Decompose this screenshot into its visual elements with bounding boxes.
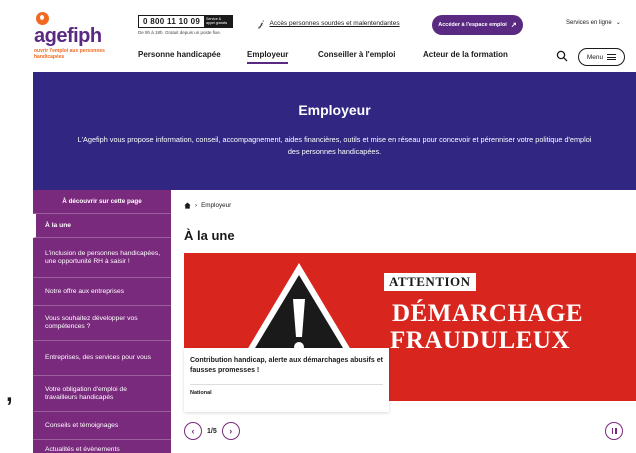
- nav-employeur[interactable]: Employeur: [247, 50, 289, 64]
- logo-wordmark: agefiph: [34, 25, 102, 47]
- slide-counter: 1/5: [207, 427, 217, 435]
- stray-glyph: ,: [6, 380, 13, 407]
- logo-mark-icon: [36, 12, 49, 25]
- news-card-scope: National: [190, 390, 212, 396]
- carousel-pager: ‹ 1/5 ›: [184, 422, 240, 440]
- online-services-label: Services en ligne: [566, 19, 612, 26]
- breadcrumb: › Employeur: [184, 202, 231, 209]
- pause-carousel-button[interactable]: [605, 422, 623, 440]
- hero-banner: Employeur L'Agefiph vous propose informa…: [33, 72, 636, 190]
- sidebar-item-a-la-une[interactable]: À la une: [33, 214, 171, 238]
- menu-label: Menu: [586, 53, 604, 61]
- sidebar-heading: À découvrir sur cette page: [33, 190, 171, 214]
- sidebar-item-actualites[interactable]: Actualités et évènements: [33, 440, 171, 453]
- banner-line-2: FRAUDULEUX: [390, 327, 570, 354]
- news-card[interactable]: Contribution handicap, alerte aux démarc…: [184, 348, 389, 412]
- home-icon[interactable]: [184, 202, 191, 209]
- employment-space-button[interactable]: Accéder à l'espace emploi ↗: [432, 15, 523, 35]
- page-title: Employeur: [298, 102, 371, 118]
- site-header: agefiph ouvrir l'emploi aux personnes ha…: [0, 0, 636, 72]
- chevron-left-icon: ‹: [191, 426, 195, 436]
- sidebar-item-conseils[interactable]: Conseils et témoignages: [33, 412, 171, 440]
- section-title: À la une: [184, 228, 235, 243]
- external-arrow-icon: ↗: [510, 22, 517, 29]
- sidebar-item-competences[interactable]: Vous souhaitez développer vos compétence…: [33, 306, 171, 341]
- online-services-dropdown[interactable]: Services en ligne ⌄: [566, 19, 621, 27]
- main-content: › Employeur À la une ATTENTION DÉMARCHAG…: [171, 190, 636, 453]
- accessibility-link-group[interactable]: 𝒿 Accès personnes sourdes et malentendan…: [258, 18, 400, 29]
- menu-button[interactable]: Menu: [578, 48, 625, 66]
- chevron-right-icon: ›: [229, 426, 233, 436]
- hamburger-icon: [607, 53, 617, 62]
- accessibility-link[interactable]: Accès personnes sourdes et malentendante…: [269, 20, 399, 27]
- card-divider: [190, 384, 383, 385]
- main-nav: Personne handicapée Employeur Conseiller…: [0, 50, 636, 66]
- breadcrumb-current: Employeur: [201, 202, 232, 209]
- employment-space-label: Accéder à l'espace emploi: [438, 22, 507, 28]
- search-icon[interactable]: [556, 50, 568, 62]
- banner-attention: ATTENTION: [384, 273, 476, 291]
- nav-conseiller-emploi[interactable]: Conseiller à l'emploi: [318, 50, 395, 59]
- previous-slide-button[interactable]: ‹: [184, 422, 202, 440]
- sidebar-item-services[interactable]: Entreprises, des services pour vous: [33, 341, 171, 376]
- nav-personne-handicapee[interactable]: Personne handicapée: [138, 50, 221, 59]
- pause-icon: [611, 428, 613, 434]
- phone-hours: De 9h à 18h. Gratuit depuis un poste fix…: [138, 30, 222, 35]
- phone-free-badge: Service & appel gratuits: [204, 15, 233, 28]
- sidebar-item-offre[interactable]: Notre offre aux entreprises: [33, 278, 171, 306]
- hero-description: L'Agefiph vous propose information, cons…: [77, 135, 592, 156]
- chevron-down-icon: ⌄: [615, 20, 621, 26]
- banner-line-1: DÉMARCHAGE: [392, 300, 584, 327]
- next-slide-button[interactable]: ›: [221, 422, 240, 440]
- phone-contact[interactable]: 0 800 11 10 09 Service & appel gratuits …: [138, 15, 234, 35]
- breadcrumb-separator-icon: ›: [195, 202, 198, 209]
- hearing-impaired-icon: 𝒿: [258, 18, 264, 29]
- sidebar-item-obligation[interactable]: Votre obligation d'emploi de travailleur…: [33, 376, 171, 412]
- news-card-title[interactable]: Contribution handicap, alerte aux démarc…: [190, 356, 383, 375]
- nav-acteur-formation[interactable]: Acteur de la formation: [423, 50, 508, 59]
- page-toc-sidebar: À découvrir sur cette page À la une L'in…: [33, 190, 171, 453]
- sidebar-item-inclusion[interactable]: L'inclusion de personnes handicapées, un…: [33, 238, 171, 278]
- phone-number: 0 800 11 10 09: [143, 17, 201, 26]
